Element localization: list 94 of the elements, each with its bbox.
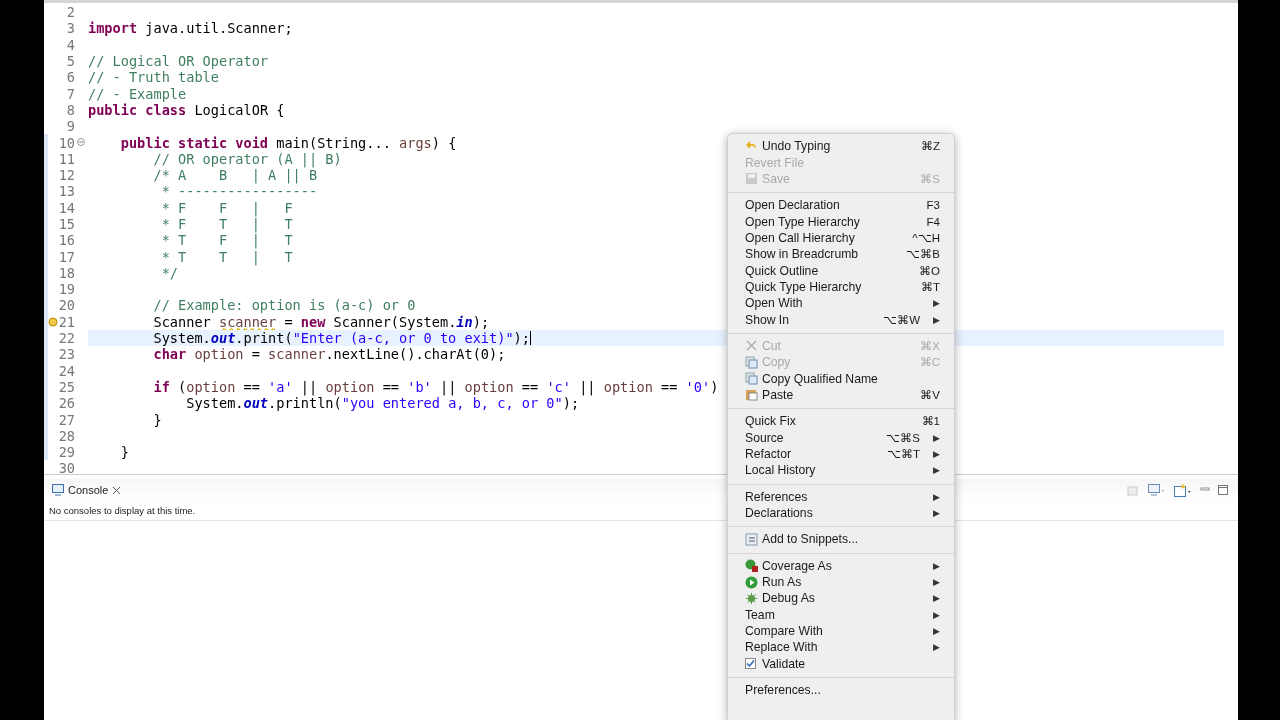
line-number: 4 (66, 36, 75, 53)
line-number: 17 (58, 248, 75, 265)
line-number: 7 (66, 85, 75, 102)
coverage-icon (745, 559, 758, 573)
code-line: // Example: option is (a-c) or 0 (152, 297, 416, 314)
menu-item[interactable]: Quick Fix ⌘1 (728, 413, 954, 430)
console-tab[interactable]: Console (48, 482, 126, 498)
code-line: * F F | F (160, 199, 293, 216)
line-number: 6 (66, 69, 75, 86)
menu-item[interactable]: Replace With ▶ (728, 639, 954, 656)
close-icon[interactable] (112, 485, 122, 495)
run-icon (745, 575, 758, 589)
line-number: 12 (58, 167, 75, 184)
line-number: 15 (58, 216, 75, 232)
line-number: 21 (58, 313, 75, 330)
snippet-icon (745, 532, 758, 546)
menu-item[interactable]: Local History ▶ (728, 462, 954, 479)
line-number: 18 (58, 264, 75, 281)
code-line: public class LogicalOR { (88, 101, 285, 118)
line-number: 29 (58, 444, 75, 461)
line-number: 28 (58, 427, 75, 444)
code-line: } (152, 411, 162, 428)
line-number: 13 (58, 183, 75, 200)
line-number: 2 (66, 4, 75, 21)
code-line: // - Example (88, 85, 187, 102)
line-number: 22 (58, 330, 75, 347)
monitor-icon (52, 484, 64, 496)
line-number: 23 (58, 346, 75, 363)
menu-item[interactable]: Debug As ▶ (728, 590, 954, 607)
line-number: 14 (58, 199, 75, 216)
text-cursor (530, 331, 531, 346)
warning-bulb-icon[interactable] (48, 316, 59, 328)
menu-item[interactable]: Run As ▶ (728, 573, 954, 591)
code-line: * T T | T (160, 248, 293, 265)
menu-item[interactable]: Source ⌥⌘S ▶ (728, 429, 954, 446)
line-number: 3 (66, 20, 75, 37)
line-number: 30 (58, 460, 75, 477)
line-number: 16 (58, 232, 75, 249)
menu-item[interactable]: Open Type Hierarchy F4 (728, 213, 954, 230)
code-line: // OR operator (A || B) (153, 150, 342, 167)
line-number: 20 (58, 297, 75, 314)
tab-label: Console (68, 484, 109, 496)
line-number: 5 (66, 53, 75, 70)
menu-item[interactable]: Preferences... (728, 681, 954, 699)
code-line: * T F | T (160, 232, 293, 249)
menu-item[interactable]: Quick Type Hierarchy ⌘T (728, 278, 954, 296)
clipboard-icon (745, 388, 758, 402)
bug-icon (745, 591, 758, 605)
code-line: * F T | T (160, 216, 293, 232)
line-number: 19 (58, 281, 75, 298)
maximize-icon[interactable] (1218, 485, 1228, 495)
menu-item[interactable]: Open With ▶ (728, 295, 954, 312)
menu-item[interactable]: Quick Outline ⌘O (728, 262, 954, 279)
new-window-icon[interactable] (1174, 483, 1192, 497)
copy-icon (745, 372, 758, 386)
line-number: 10 (58, 134, 75, 151)
menu-item[interactable]: Copy Qualified Name (728, 370, 954, 387)
code-line: public static void main(String... args) { (119, 134, 457, 151)
code-line: // - Truth table (88, 69, 219, 86)
code-line: System.out.println("you entered a, b, c, or 0"); (185, 395, 580, 412)
fold-icon[interactable] (77, 138, 85, 147)
checkbox[interactable] (745, 658, 756, 670)
menu-item[interactable]: Declarations ▶ (728, 504, 954, 522)
menu-item[interactable]: Open Call Hierarchy ^⌥H (728, 229, 954, 247)
code-line: import java.util.Scanner; (88, 20, 293, 37)
line-number: 26 (58, 395, 75, 412)
menu-item[interactable]: Team ▶ (728, 606, 954, 623)
code-line: */ (160, 264, 179, 281)
code-line: /* A B | A || B (152, 167, 318, 184)
menu-item[interactable]: Paste ⌘V (728, 386, 954, 404)
line-number: 8 (66, 101, 75, 118)
code-line: Scanner scanner = new Scanner(System.in); (152, 313, 490, 330)
menu-item[interactable]: Validate (728, 655, 954, 672)
copy-icon (745, 355, 758, 369)
menu-item[interactable]: Add to Snippets... (728, 531, 954, 548)
line-number: 9 (66, 118, 75, 135)
line-number: 11 (58, 150, 75, 167)
code-line: // Logical OR Operator (88, 53, 269, 70)
code-line: if (option == 'a' || option == 'b' || option == 'c' || option == '0') (152, 378, 719, 395)
menu-item[interactable]: Refactor ⌥⌘T ▶ (728, 445, 954, 463)
code-line: } (119, 444, 129, 461)
menu-item[interactable]: Show In ⌥⌘W ▶ (728, 311, 954, 328)
line-number: 27 (58, 411, 75, 428)
menu-item[interactable]: Compare With ▶ (728, 622, 954, 640)
code-line: System.out.print("Enter (a-c, or 0 to exit)"); (152, 330, 530, 347)
menu-item[interactable]: Undo Typing ⌘Z (728, 138, 954, 155)
line-number: 24 (58, 362, 75, 379)
line-number: 25 (58, 378, 75, 395)
menu-item[interactable]: Show in Breadcrumb ⌥⌘B (728, 246, 954, 263)
menu-item[interactable]: Open Declaration F3 (728, 197, 954, 214)
monitor-dropdown-icon[interactable] (1148, 484, 1166, 496)
code-line: char option = scanner.nextLine().charAt(0); (152, 346, 506, 363)
menu-item[interactable]: Coverage As ▶ (728, 557, 954, 574)
code-line: * ----------------- (160, 183, 318, 200)
